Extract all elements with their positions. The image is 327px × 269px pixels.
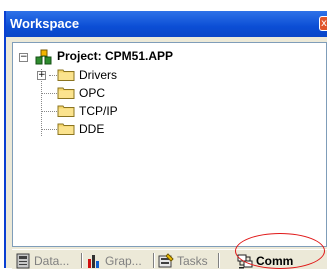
tree-connector — [49, 75, 57, 76]
database-icon — [16, 253, 30, 269]
close-button[interactable]: x — [319, 16, 327, 31]
folder-icon — [57, 105, 75, 117]
tab-graphics[interactable]: Grap... — [84, 252, 150, 269]
tab-database[interactable]: Data... — [13, 252, 79, 269]
tree-connector — [41, 111, 57, 112]
workspace-tree[interactable]: − Project: CPM51.APP + Drivers OPC TCP/I… — [12, 42, 327, 247]
close-icon: x — [321, 18, 327, 29]
graph-icon — [88, 255, 99, 268]
tab-separator — [218, 253, 220, 268]
tab-label: Data... — [34, 254, 70, 268]
tree-connector — [41, 129, 57, 130]
tab-separator — [81, 253, 83, 268]
tab-tasks[interactable]: Tasks — [156, 252, 216, 269]
workspace-window: Workspace x − Project: CPM51.APP + Drive… — [4, 11, 327, 269]
folder-icon — [57, 123, 75, 135]
title-bar[interactable]: Workspace x — [6, 11, 327, 37]
tree-item-dde[interactable]: DDE — [79, 122, 104, 136]
expand-icon[interactable]: + — [37, 71, 46, 80]
folder-icon — [57, 87, 75, 99]
highlight-circle — [235, 233, 325, 269]
collapse-icon[interactable]: − — [19, 53, 28, 62]
tree-item-tcpip[interactable]: TCP/IP — [79, 104, 118, 118]
tree-connector — [41, 93, 57, 94]
tab-separator — [153, 253, 155, 268]
tree-item-drivers[interactable]: Drivers — [79, 68, 117, 82]
tab-label: Grap... — [105, 254, 142, 268]
tree-item-project[interactable]: Project: CPM51.APP — [57, 49, 173, 63]
folder-icon — [57, 69, 75, 81]
tab-label: Tasks — [177, 254, 208, 268]
tasks-icon — [158, 253, 174, 268]
tree-item-opc[interactable]: OPC — [79, 86, 105, 100]
window-title: Workspace — [10, 16, 80, 31]
project-icon — [35, 49, 52, 65]
